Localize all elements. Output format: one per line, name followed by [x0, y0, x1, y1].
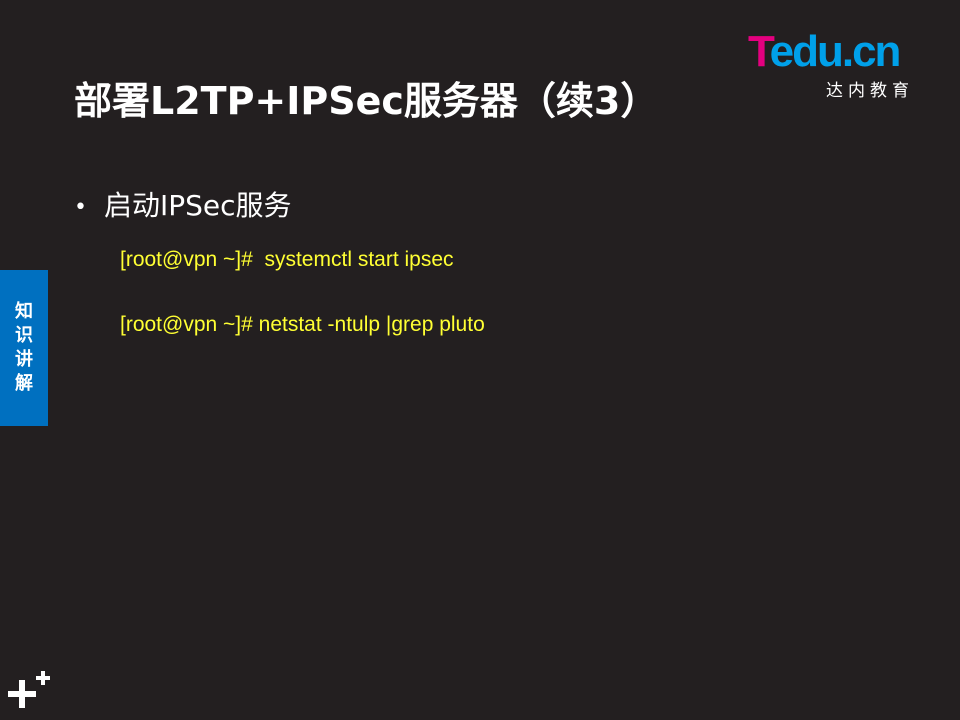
- logo-rest: edu.cn: [769, 27, 902, 76]
- slide-title: 部署L2TP+IPSec服务器（续3）: [74, 79, 659, 123]
- bullet-item: • 启动IPSec服务: [74, 184, 292, 224]
- bullet-dot-icon: •: [74, 194, 87, 220]
- bullet-text: 启动IPSec服务: [104, 189, 292, 222]
- side-tab-char: 识: [15, 325, 33, 346]
- knowledge-explanation-tab: 知 识 讲 解: [0, 270, 48, 426]
- logo-wordmark: Tedu.cn: [748, 27, 902, 76]
- side-tab-char: 解: [15, 373, 33, 394]
- side-tab-char: 讲: [15, 349, 33, 370]
- code-line-netstat: [root@vpn ~]# netstat -ntulp |grep pluto: [120, 313, 485, 336]
- code-line-start-ipsec: [root@vpn ~]# systemctl start ipsec: [120, 248, 454, 271]
- plus-icon: [8, 671, 50, 708]
- logo-subtitle: 达内教育: [826, 81, 914, 101]
- tedu-logo: Tedu.cn 达内教育: [748, 27, 938, 102]
- logo-t: T: [748, 27, 772, 76]
- side-tab-char: 知: [15, 301, 33, 322]
